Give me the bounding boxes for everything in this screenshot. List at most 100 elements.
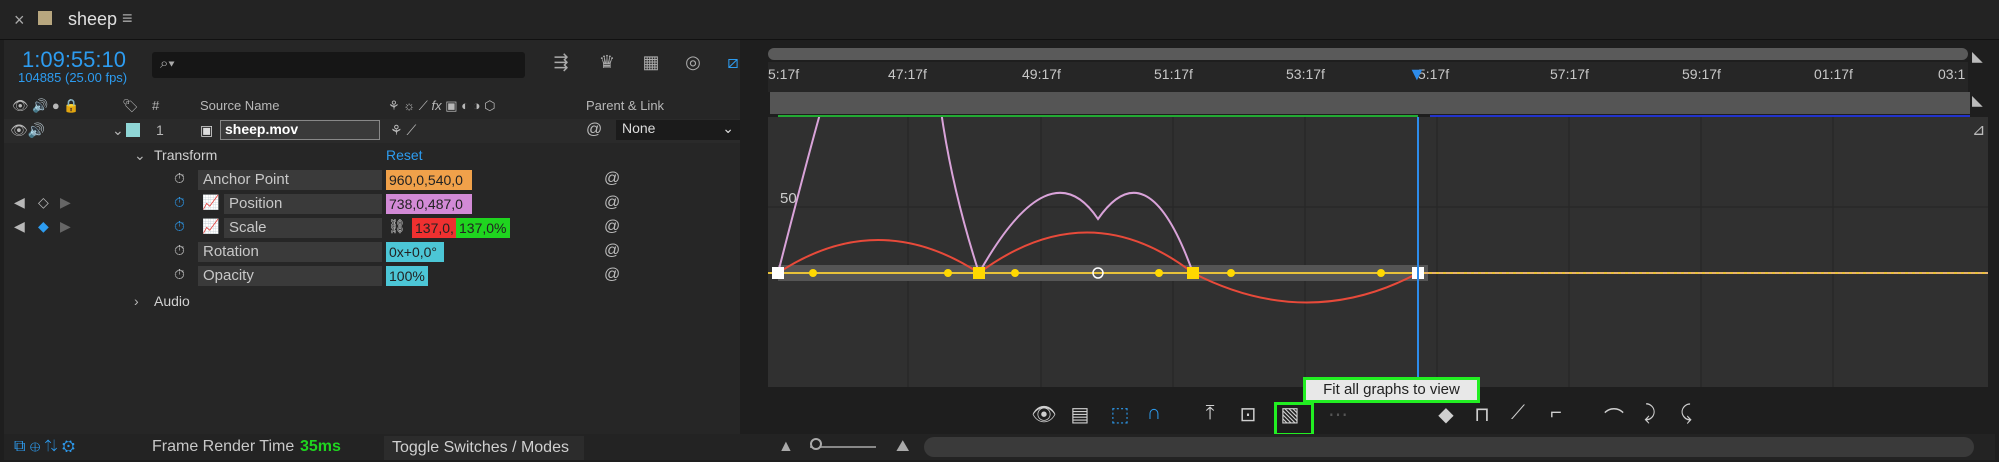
layer-switches-icons[interactable]: ⚘ ⟋ bbox=[390, 122, 416, 139]
work-area-end-icon[interactable]: ◣ bbox=[1972, 92, 1983, 109]
property-row-anchor-point[interactable]: ⏱ Anchor Point 960,0,540,0 @ bbox=[4, 168, 740, 192]
composition-flowchart-icon[interactable]: ⇶ bbox=[548, 52, 574, 78]
easy-ease-in-icon[interactable]: ⤸ bbox=[1636, 402, 1664, 425]
property-row-opacity[interactable]: ⏱ Opacity 100% @ bbox=[4, 264, 740, 288]
shy-layers-icon[interactable]: ♛ bbox=[594, 52, 620, 78]
zoom-out-icon[interactable]: ▲ bbox=[778, 438, 794, 456]
handle-point[interactable] bbox=[1227, 269, 1235, 277]
transform-expand-icon[interactable]: ⌄ bbox=[134, 147, 146, 164]
handle-point[interactable] bbox=[1155, 269, 1163, 277]
search-input[interactable]: ⌕▾ bbox=[152, 52, 525, 78]
graph-toggle-icon[interactable]: 📈 bbox=[202, 218, 219, 235]
transform-box-icon[interactable]: ⬚ bbox=[1106, 402, 1134, 427]
separate-dimensions-icon[interactable]: ⋯ bbox=[1324, 402, 1352, 427]
fx-column-label: fx bbox=[431, 98, 442, 113]
stopwatch-icon[interactable]: ⏱ bbox=[174, 242, 185, 259]
graph-editor[interactable]: 50 bbox=[768, 117, 1988, 387]
rotation-value[interactable]: 0x+0,0° bbox=[386, 242, 444, 262]
auto-zoom-icon[interactable]: ⤒ bbox=[1196, 402, 1224, 425]
parent-dropdown-value: None bbox=[622, 120, 656, 136]
playhead-icon[interactable]: ▼ bbox=[1408, 64, 1428, 84]
stopwatch-icon[interactable]: ⏱ bbox=[174, 266, 185, 283]
ruler-tick: 5:17f bbox=[768, 66, 800, 82]
horizontal-scrollbar[interactable] bbox=[924, 437, 1974, 457]
source-name-header[interactable]: Source Name bbox=[200, 98, 279, 113]
parent-dropdown[interactable]: None ⌄ bbox=[616, 120, 740, 140]
handle-point[interactable] bbox=[1377, 269, 1385, 277]
eye-icon[interactable]: 👁 bbox=[1030, 402, 1058, 427]
time-ruler[interactable]: 5:17f 47:17f 49:17f 51:17f 53:17f 5:17f … bbox=[768, 62, 1968, 92]
transform-group[interactable]: ⌄ Transform Reset bbox=[4, 144, 740, 168]
expression-pickwhip-icon[interactable]: @ bbox=[604, 266, 620, 284]
layer-row[interactable]: 👁🔊 ⌄ 1 ▣ sheep.mov ⚘ ⟋ @ None ⌄ bbox=[4, 119, 740, 143]
comp-marker-icon[interactable]: ◣ bbox=[1972, 48, 1983, 65]
visibility-column-icon: 👁 🔊 ● 🔒 bbox=[12, 98, 80, 113]
prev-keyframe-icon[interactable]: ◀ bbox=[14, 218, 25, 235]
motion-blur-icon[interactable]: ◎ bbox=[680, 52, 706, 78]
next-keyframe-icon[interactable]: ▶ bbox=[60, 218, 71, 235]
anchor-point-value[interactable]: 960,0,540,0 bbox=[386, 170, 472, 190]
easy-ease-icon[interactable]: ⌒ bbox=[1600, 402, 1628, 431]
snapping-icon[interactable]: ∩ bbox=[1140, 402, 1168, 425]
close-tab-icon[interactable]: × bbox=[14, 10, 25, 31]
zoom-slider-thumb[interactable] bbox=[810, 438, 822, 450]
panel-menu-icon[interactable]: ≡ bbox=[122, 8, 133, 29]
graph-editor-icon[interactable]: ⧄ bbox=[720, 52, 746, 78]
layer-expand-icon[interactable]: ⌄ bbox=[112, 122, 124, 139]
keyframe-point[interactable] bbox=[1187, 267, 1199, 279]
constrain-proportions-icon[interactable]: ⛓ bbox=[388, 218, 406, 235]
graph-toggle-icon[interactable]: 📈 bbox=[202, 194, 219, 211]
auto-bezier-icon[interactable]: ⌐ bbox=[1542, 402, 1570, 425]
keyframe-point[interactable] bbox=[973, 267, 985, 279]
tab-title[interactable]: sheep bbox=[68, 9, 117, 30]
expression-pickwhip-icon[interactable]: @ bbox=[604, 194, 620, 212]
graph-type-icon[interactable]: ▤ bbox=[1066, 402, 1094, 427]
stopwatch-icon[interactable]: ⏱ bbox=[174, 218, 185, 235]
handle-point[interactable] bbox=[944, 269, 952, 277]
search-icon: ⌕▾ bbox=[160, 55, 175, 72]
transform-reset-link[interactable]: Reset bbox=[386, 147, 423, 163]
status-icons[interactable]: ⧉ ⊕ ⇅ ⚙ bbox=[14, 438, 75, 456]
position-value[interactable]: 738,0,487,0 bbox=[386, 194, 472, 214]
layer-label-swatch[interactable] bbox=[126, 123, 140, 137]
prev-keyframe-icon[interactable]: ◀ bbox=[14, 194, 25, 211]
linear-keyframe-icon[interactable]: ⟋ bbox=[1504, 402, 1532, 425]
add-keyframe-icon[interactable]: ◇ bbox=[38, 194, 49, 211]
label-column-icon: 🏷 bbox=[122, 98, 139, 113]
parent-link-header: Parent & Link bbox=[586, 98, 665, 113]
stopwatch-icon[interactable]: ⏱ bbox=[174, 194, 185, 211]
fit-all-graphs-highlight[interactable] bbox=[1274, 402, 1314, 436]
easy-ease-out-icon[interactable]: ⤹ bbox=[1672, 402, 1700, 425]
audio-expand-icon[interactable]: › bbox=[134, 293, 139, 309]
property-row-rotation[interactable]: ⏱ Rotation 0x+0,0° @ bbox=[4, 240, 740, 264]
snapshot-icon[interactable]: ⊿ bbox=[1972, 120, 1985, 140]
layer-name[interactable]: sheep.mov bbox=[220, 120, 380, 140]
scale-x-value[interactable]: 137,0, bbox=[412, 218, 456, 238]
expression-pickwhip-icon[interactable]: @ bbox=[604, 242, 620, 260]
work-area-bar[interactable] bbox=[770, 92, 1970, 114]
expression-pickwhip-icon[interactable]: @ bbox=[604, 170, 620, 188]
scale-y-value[interactable]: 137,0% bbox=[456, 218, 510, 238]
handle-point[interactable] bbox=[1011, 269, 1019, 277]
footage-icon: ▣ bbox=[200, 122, 214, 138]
zoom-in-icon[interactable]: ⛰ bbox=[896, 438, 909, 456]
frame-blending-icon[interactable]: ▦ bbox=[638, 52, 664, 78]
pickwhip-icon[interactable]: @ bbox=[586, 121, 602, 139]
property-row-position[interactable]: ◀ ◇ ▶ ⏱ 📈 Position 738,0,487,0 @ bbox=[4, 192, 740, 216]
next-keyframe-icon[interactable]: ▶ bbox=[60, 194, 71, 211]
hold-keyframe-icon[interactable]: ⊓ bbox=[1468, 402, 1496, 427]
layer-visibility-icon[interactable]: 👁🔊 bbox=[10, 122, 45, 139]
property-row-scale[interactable]: ◀ ◆ ▶ ⏱ 📈 Scale ⛓ 137,0, 137,0% @ bbox=[4, 216, 740, 240]
keyframe-interpolation-icon[interactable]: ◆ bbox=[1432, 402, 1460, 427]
opacity-value[interactable]: 100% bbox=[386, 266, 428, 286]
expression-pickwhip-icon[interactable]: @ bbox=[604, 218, 620, 236]
stopwatch-icon[interactable]: ⏱ bbox=[174, 170, 185, 187]
keyframe-diamond-icon[interactable]: ◆ bbox=[38, 218, 49, 235]
time-navigator-bar[interactable] bbox=[768, 48, 1968, 60]
toggle-switches-modes-button[interactable]: Toggle Switches / Modes bbox=[384, 436, 584, 460]
audio-group[interactable]: › Audio bbox=[4, 290, 740, 314]
keyframe-point[interactable] bbox=[772, 267, 784, 279]
handle-point[interactable] bbox=[809, 269, 817, 277]
graph-canvas[interactable]: 50 bbox=[768, 117, 1988, 387]
fit-selection-icon[interactable]: ⊡ bbox=[1234, 402, 1262, 427]
